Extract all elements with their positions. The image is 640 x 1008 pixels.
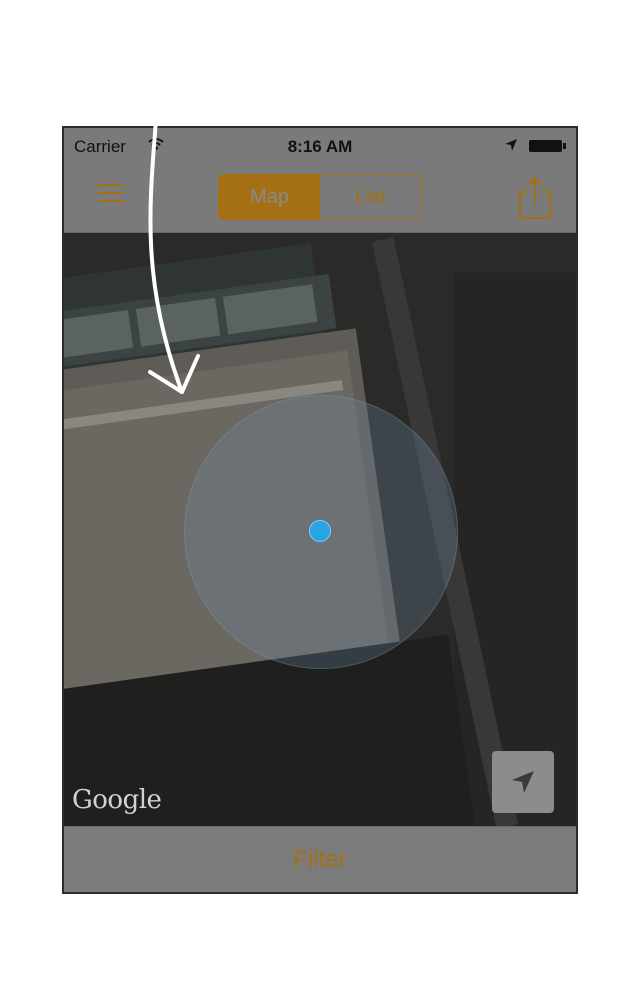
tab-map[interactable]: Map xyxy=(219,175,320,219)
status-bar: Carrier 8:16 AM xyxy=(64,128,576,166)
filter-button-label: Filter xyxy=(293,846,347,873)
google-attribution: Google xyxy=(72,785,162,815)
battery-icon xyxy=(529,140,562,152)
phone-screen: Carrier 8:16 AM Map List Google Filter xyxy=(62,126,578,894)
map-view[interactable]: Google xyxy=(64,233,576,826)
tab-list[interactable]: List xyxy=(320,175,421,219)
battery-tip xyxy=(563,143,566,149)
location-arrow-icon xyxy=(512,771,534,793)
map-list-segmented-control: Map List xyxy=(218,174,422,220)
location-services-icon xyxy=(505,139,517,151)
locate-me-button[interactable] xyxy=(492,751,554,813)
share-icon[interactable] xyxy=(516,174,554,222)
hamburger-menu-icon[interactable] xyxy=(98,182,124,204)
navigation-bar: Map List xyxy=(64,166,576,233)
status-time: 8:16 AM xyxy=(287,137,353,156)
user-location-dot[interactable] xyxy=(309,520,331,542)
filter-bar[interactable]: Filter xyxy=(64,826,576,892)
map-terrain xyxy=(454,273,576,826)
